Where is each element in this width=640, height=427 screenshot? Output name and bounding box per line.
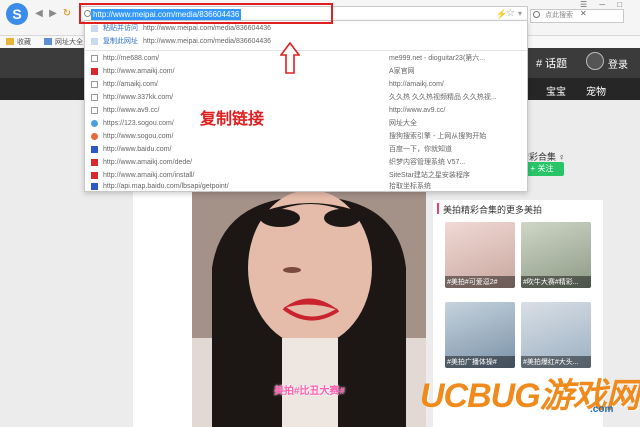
video-caption: 美拍#比丑大赛# [274,386,346,397]
thumbnail-caption: #美拍广播体操# [445,356,515,368]
a-logo-icon [91,159,98,166]
favorite-star-icon[interactable]: ☆ [506,8,515,19]
bookmark-item[interactable]: 网址大全 [55,37,83,47]
history-url: http://www.337kk.com/ [103,94,174,101]
history-row[interactable]: http://www.av9.cc/ http://www.av9.cc/ [85,104,527,117]
history-title: http://www.av9.cc/ [389,107,446,114]
watermark-domain: .com [590,404,614,415]
bookmark-folder-icon [44,38,52,45]
browser-logo[interactable]: S [6,3,28,25]
history-url: http://www.sogou.com/ [103,133,174,140]
history-url: http://me688.com/ [103,55,160,62]
bookmark-item[interactable]: 收藏 [17,37,31,47]
baidu-paw-icon [91,146,98,153]
baidu-paw-icon [91,183,98,190]
dropdown-suggestion-row[interactable]: 复制此网址 http://www.meipai.com/media/836604… [85,35,527,48]
video-thumbnail[interactable]: #美拍爆红#大头... [521,302,591,368]
copy-icon [91,38,98,45]
history-row[interactable]: https://123.sogou.com/ 网址大全 [85,117,527,130]
address-dropdown-icon[interactable]: ▾ [518,9,522,18]
suggestion-url: http://www.meipai.com/media/836604436 [143,38,272,45]
history-title: 网址大全 [389,120,417,127]
nav-topics-link[interactable]: # 话题 [536,55,567,71]
window-controls[interactable]: ☰ ─ □ ✕ [580,0,640,18]
history-row[interactable]: http://me688.com/ me999.net - dioguitar2… [85,52,527,65]
back-icon[interactable]: ◀ [34,9,44,19]
sogou-icon [91,133,98,140]
history-url: https://123.sogou.com/ [103,120,174,127]
history-row[interactable]: http://www.baidu.com/ 百度一下，你就知道 [85,143,527,156]
bookmark-star-icon [6,38,14,45]
history-url: http://www.amaikj.com/dede/ [103,159,193,166]
login-link[interactable]: 登录 [608,56,628,71]
history-title: 拾取坐标系统 [389,183,431,190]
history-url: http://api.map.baidu.com/lbsapi/getpoint… [103,183,229,190]
address-bar-highlight [79,3,333,24]
suggestion-label: 复制此网址 [103,38,138,45]
history-title: 织梦内容管理系统 V57... [389,159,466,166]
history-title: 百度一下，你就知道 [389,146,452,153]
page-icon [91,107,98,114]
video-thumbnail[interactable]: #美拍广播体操# [445,302,515,368]
thumbnail-caption: #吹牛大赛#精彩... [521,276,591,288]
thumbnail-caption: #美拍爆红#大头... [521,356,591,368]
page-icon [91,55,98,62]
video-player[interactable]: 美拍#比丑大赛# [192,188,426,427]
divider [85,50,527,51]
history-title: me999.net - dioguitar23(第六... [389,55,486,62]
nav-link-pets[interactable]: 宠物 [586,83,606,98]
history-row[interactable]: http://www.337kk.com/ 久久热 久久热视频精品 久久热视..… [85,91,527,104]
nav-link-baby[interactable]: 宝宝 [546,83,566,98]
a-logo-icon [91,68,98,75]
history-title: http://amaikj.com/ [389,81,444,88]
more-videos-title: 美拍精彩合集的更多美拍 [443,205,543,215]
annotation-label: 复制链接 [200,111,265,128]
avatar[interactable] [586,52,604,70]
section-marker [437,203,439,214]
up-arrow-icon [280,42,300,74]
reload-icon[interactable]: ↻ [62,9,72,19]
paste-icon [91,25,98,32]
video-thumbnail[interactable]: #美拍#可爱逗2# [445,222,515,288]
history-url: http://www.baidu.com/ [103,146,172,153]
thumbnail-caption: #美拍#可爱逗2# [445,276,515,288]
history-row[interactable]: http://www.amaikj.com/ A家官网 [85,65,527,78]
history-url: http://www.av9.cc/ [103,107,160,114]
video-thumbnail[interactable]: #吹牛大赛#精彩... [521,222,591,288]
a-logo-icon [91,172,98,179]
address-bar-dropdown: 粘贴并访问 http://www.meipai.com/media/836604… [84,20,528,192]
page-icon [91,81,98,88]
history-row[interactable]: http://www.sogou.com/ 搜狗搜索引擎 - 上网从搜狗开始 [85,130,527,143]
history-title: 久久热 久久热视频精品 久久热视... [389,94,497,101]
page-icon [91,94,98,101]
search-icon [533,11,540,18]
history-url: http://amaikj.com/ [103,81,158,88]
globe-icon [91,120,98,127]
history-url: http://www.amaikj.com/ [103,68,175,75]
history-title: A家官网 [389,68,415,75]
forward-icon[interactable]: ▶ [48,9,58,19]
history-row[interactable]: http://amaikj.com/ http://amaikj.com/ [85,78,527,91]
history-title: 搜狗搜索引擎 - 上网从搜狗开始 [389,133,487,140]
history-row[interactable]: http://www.amaikj.com/dede/ 织梦内容管理系统 V57… [85,156,527,169]
history-row[interactable]: http://api.map.baidu.com/lbsapi/getpoint… [85,180,527,193]
